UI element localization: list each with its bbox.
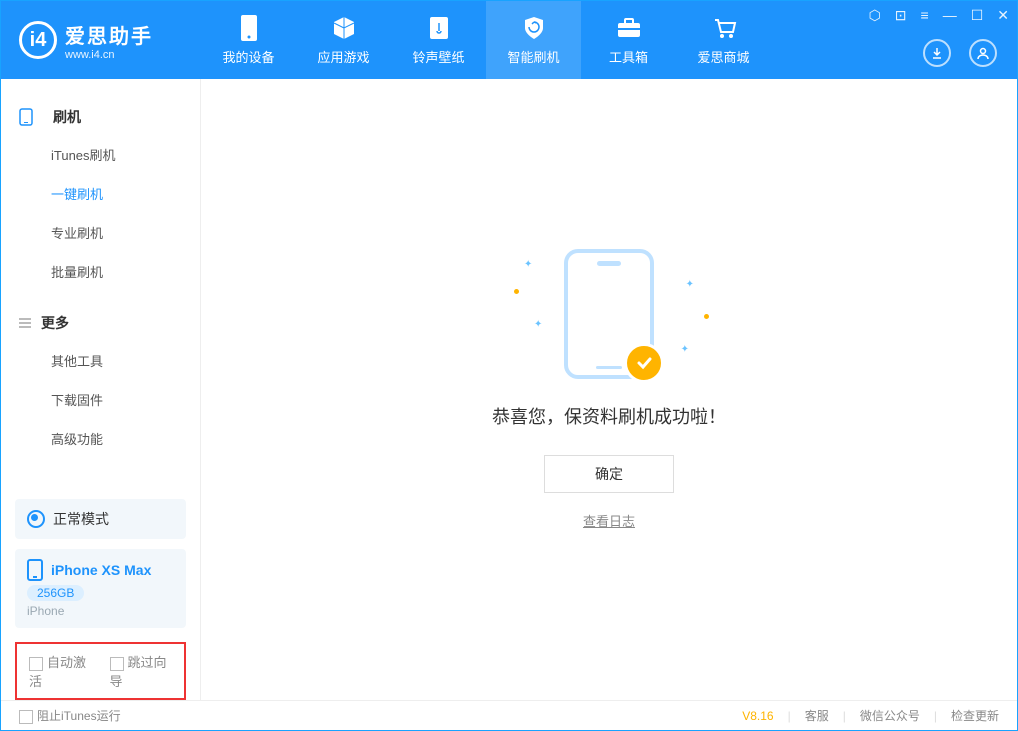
- phone-icon: [235, 14, 263, 42]
- sidebar-item-itunes-flash[interactable]: iTunes刷机: [1, 135, 200, 174]
- mode-icon: [27, 510, 45, 528]
- maximize-button[interactable]: ☐: [971, 7, 984, 24]
- nav-toolbox[interactable]: 工具箱: [581, 1, 676, 79]
- header-actions: [923, 39, 997, 67]
- menu-icon[interactable]: ≡: [921, 7, 929, 24]
- device-panel[interactable]: iPhone XS Max 256GB iPhone: [15, 549, 186, 628]
- check-badge-icon: [624, 343, 664, 383]
- main-panel: ✦ ✦ ✦ ✦ 恭喜您，保资料刷机成功啦！ 确定 查看日志: [201, 79, 1017, 700]
- app-url: www.i4.cn: [65, 49, 153, 61]
- download-icon[interactable]: [923, 39, 951, 67]
- dot-icon: [514, 289, 519, 294]
- success-message: 恭喜您，保资料刷机成功啦！: [492, 403, 726, 429]
- success-illustration: ✦ ✦ ✦ ✦: [564, 249, 654, 403]
- shield-icon: [520, 14, 548, 42]
- sparkle-icon: ✦: [534, 319, 542, 330]
- user-icon[interactable]: [969, 39, 997, 67]
- mode-panel[interactable]: 正常模式: [15, 499, 186, 539]
- nav-smart-flash[interactable]: 智能刷机: [486, 1, 581, 79]
- sidebar-item-advanced[interactable]: 高级功能: [1, 419, 200, 458]
- app-logo: i4 爱思助手 www.i4.cn: [1, 20, 201, 61]
- nav-my-device[interactable]: 我的设备: [201, 1, 296, 79]
- content-area: 刷机 iTunes刷机 一键刷机 专业刷机 批量刷机 更多 其他工具 下载固件 …: [1, 79, 1017, 700]
- sidebar-item-other-tools[interactable]: 其他工具: [1, 341, 200, 380]
- device-panels: 正常模式 iPhone XS Max 256GB iPhone: [1, 489, 200, 642]
- ok-button[interactable]: 确定: [544, 455, 674, 493]
- checkbox-skip-guide[interactable]: 跳过向导: [110, 652, 173, 690]
- app-header: i4 爱思助手 www.i4.cn 我的设备 应用游戏 铃声壁纸 智能刷机 工具…: [1, 1, 1017, 79]
- device-name: iPhone XS Max: [51, 562, 151, 578]
- status-bar: 阻止iTunes运行 V8.16 | 客服 | 微信公众号 | 检查更新: [1, 700, 1017, 730]
- link-wechat[interactable]: 微信公众号: [860, 707, 920, 724]
- phone-outline-icon: [19, 108, 33, 126]
- checkbox-stop-itunes[interactable]: 阻止iTunes运行: [19, 707, 121, 724]
- toolbox-icon: [615, 14, 643, 42]
- version-label: V8.16: [742, 709, 773, 723]
- shirt-icon[interactable]: ⬡: [869, 7, 881, 24]
- sidebar-group-flash: 刷机: [1, 99, 200, 135]
- nav-apps-games[interactable]: 应用游戏: [296, 1, 391, 79]
- lock-icon[interactable]: ⊡: [895, 7, 907, 24]
- device-storage-badge: 256GB: [27, 585, 84, 601]
- main-nav: 我的设备 应用游戏 铃声壁纸 智能刷机 工具箱 爱思商城: [201, 1, 771, 79]
- checkbox-highlight-row: 自动激活 跳过向导: [15, 642, 186, 700]
- phone-illustration: [564, 249, 654, 379]
- list-icon: [19, 318, 31, 328]
- sparkle-icon: ✦: [524, 259, 532, 270]
- sidebar-item-batch-flash[interactable]: 批量刷机: [1, 252, 200, 291]
- cube-icon: [330, 14, 358, 42]
- device-phone-icon: [27, 559, 43, 581]
- sidebar-item-oneclick-flash[interactable]: 一键刷机: [1, 174, 200, 213]
- device-type: iPhone: [27, 604, 174, 618]
- logo-icon: i4: [19, 21, 57, 59]
- window-controls: ⬡ ⊡ ≡ — ☐ ✕: [869, 7, 1009, 24]
- cart-icon: [710, 14, 738, 42]
- link-support[interactable]: 客服: [805, 707, 829, 724]
- note-icon: [425, 14, 453, 42]
- close-button[interactable]: ✕: [997, 7, 1009, 24]
- nav-store[interactable]: 爱思商城: [676, 1, 771, 79]
- sidebar-item-download-firmware[interactable]: 下载固件: [1, 380, 200, 419]
- sparkle-icon: ✦: [686, 279, 694, 290]
- sidebar-group-more: 更多: [1, 305, 200, 341]
- app-name: 爱思助手: [65, 20, 153, 49]
- minimize-button[interactable]: —: [943, 7, 957, 24]
- link-check-update[interactable]: 检查更新: [951, 707, 999, 724]
- mode-label: 正常模式: [53, 509, 109, 529]
- dot-icon: [704, 314, 709, 319]
- checkbox-auto-activate[interactable]: 自动激活: [29, 652, 92, 690]
- nav-ringtones[interactable]: 铃声壁纸: [391, 1, 486, 79]
- view-log-link[interactable]: 查看日志: [583, 511, 635, 530]
- sidebar: 刷机 iTunes刷机 一键刷机 专业刷机 批量刷机 更多 其他工具 下载固件 …: [1, 79, 201, 700]
- sparkle-icon: ✦: [681, 344, 689, 355]
- sidebar-item-pro-flash[interactable]: 专业刷机: [1, 213, 200, 252]
